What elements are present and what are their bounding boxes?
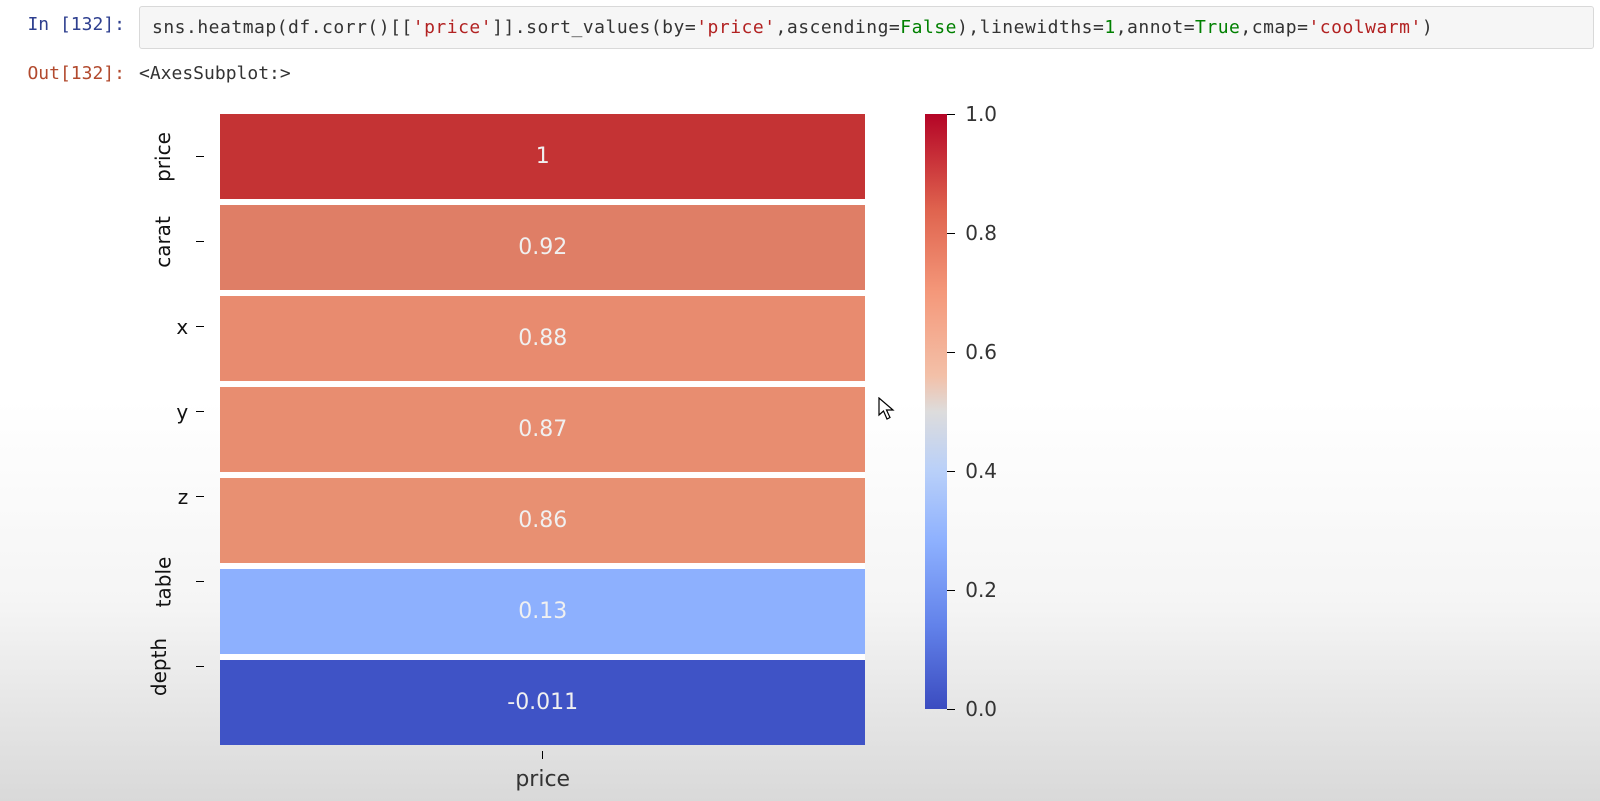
code-frag: ,annot= [1116,17,1195,38]
code-frag: ]].sort_values(by= [492,17,696,38]
code-string: 'coolwarm' [1308,17,1421,38]
heatmap-cell: 0.88 [220,290,865,381]
out-text: <AxesSubplot:> [139,59,291,84]
x-tick [542,751,543,759]
code-frag: ,cmap= [1240,17,1308,38]
heatmap-cell: 0.87 [220,381,865,472]
code-frag: ) [1422,17,1433,38]
code-input[interactable]: sns.heatmap(df.corr()[['price']].sort_va… [139,6,1594,49]
heatmap-cell: -0.011 [220,654,865,745]
code-string: 'price' [413,17,492,38]
code-keyword: False [900,17,957,38]
code-frag: ),linewidths= [957,17,1104,38]
heatmap-annotation: -0.011 [507,690,578,715]
jupyter-input-cell: In [132]: sns.heatmap(df.corr()[['price'… [0,0,1600,49]
code-frag: sns.heatmap(df.corr()[[ [152,17,413,38]
in-prompt: In [132]: [10,6,139,35]
heatmap-annotation: 0.92 [518,235,567,260]
y-axis-label: z [130,454,204,539]
y-axis-label: carat [130,199,204,284]
code-frag: ,ascending= [776,17,901,38]
colorbar-tick: 0.6 [947,340,997,364]
jupyter-output-cell: Out[132]: <AxesSubplot:> [0,49,1600,84]
out-prompt: Out[132]: [10,59,139,84]
y-axis-label: price [130,114,204,199]
code-string: 'price' [696,17,775,38]
heatmap-annotation: 1 [536,144,550,169]
heatmap-cell: 0.92 [220,199,865,290]
colorbar-tick: 0.0 [947,697,997,721]
heatmap-annotation: 0.86 [518,508,567,533]
y-axis-label: depth [130,624,204,709]
colorbar-gradient [925,114,947,709]
code-number: 1 [1104,17,1115,38]
heatmap-annotation: 0.13 [518,599,567,624]
colorbar: 1.00.80.60.40.20.0 [925,114,1007,709]
x-axis-label: price [515,767,570,792]
colorbar-tick: 1.0 [947,102,997,126]
colorbar-ticks: 1.00.80.60.40.20.0 [947,114,1007,709]
y-axis-label: x [130,284,204,369]
heatmap-cell: 0.86 [220,472,865,563]
x-axis-label-row: price [220,751,865,792]
y-axis-label: y [130,369,204,454]
heatmap-annotation: 0.87 [518,417,567,442]
heatmap-annotation: 0.88 [518,326,567,351]
code-keyword: True [1195,17,1240,38]
y-axis-labels: pricecaratxyztabledepth [130,114,204,709]
heatmap-grid: 1 0.92 0.88 0.87 0.86 0.13 -0.011 [220,114,865,745]
colorbar-tick: 0.2 [947,578,997,602]
y-axis-label: table [130,539,204,624]
heatmap-cell: 0.13 [220,563,865,654]
colorbar-tick: 0.8 [947,221,997,245]
heatmap-cell: 1 [220,114,865,199]
heatmap-figure: pricecaratxyztabledepth 10.920.880.870.8… [130,114,1600,792]
colorbar-tick: 0.4 [947,459,997,483]
